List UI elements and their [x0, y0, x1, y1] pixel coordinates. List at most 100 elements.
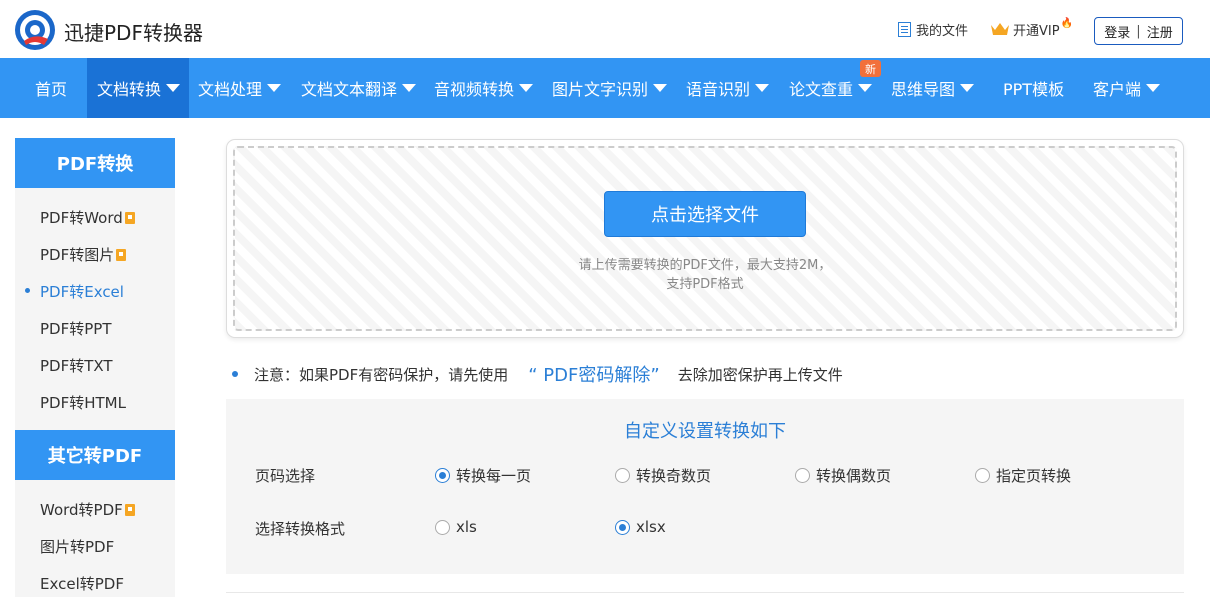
brand-name[interactable]: 迅捷PDF转换器 [64, 17, 203, 46]
nav-doc-translate-label: 文档文本翻译 [301, 80, 398, 99]
nav-mindmap[interactable]: 思维导图 [891, 58, 975, 118]
site-header: 迅捷PDF转换器 我的文件 开通VIP 🔥 登录 | 注册 [0, 0, 1210, 58]
sidebar-item-word-to-pdf[interactable]: Word转PDF [40, 499, 135, 520]
sidebar-item-label: PDF转Excel [40, 283, 124, 301]
radio-label: 转换奇数页 [636, 467, 712, 485]
vip-link[interactable]: 开通VIP 🔥 [990, 0, 1073, 58]
chevron-down-icon [1146, 84, 1161, 92]
chevron-down-icon [519, 84, 534, 92]
radio-checked-icon[interactable] [615, 519, 630, 535]
settings-title: 自定义设置转换如下 [624, 421, 786, 442]
radio-label: xlsx [636, 518, 666, 536]
nav-ocr[interactable]: 图片文字识别 [552, 58, 668, 118]
sidebar-item-pdf-to-excel[interactable]: PDF转Excel [25, 281, 124, 302]
radio-label: xls [456, 518, 477, 536]
radio-format-xlsx[interactable]: xlsx [615, 518, 666, 536]
radio-label: 转换每一页 [456, 467, 532, 485]
nav-doc-process[interactable]: 文档处理 [198, 58, 282, 118]
login-divider: | [1136, 23, 1141, 39]
sidebar-item-pdf-to-word[interactable]: PDF转Word [40, 207, 135, 228]
radio-format-xls[interactable]: xls [435, 518, 477, 536]
radio-convert-even-pages[interactable]: 转换偶数页 [795, 465, 891, 486]
sidebar-item-pdf-to-image[interactable]: PDF转图片 [40, 244, 127, 265]
upload-hint-line1: 请上传需要转换的PDF文件，最大支持2M， [578, 258, 832, 273]
main-nav: 首页 文档转换 文档处理 文档文本翻译 音视频转换 图片文字识别 语音识别 论文… [0, 58, 1210, 118]
sidebar-item-pdf-to-ppt[interactable]: PDF转PPT [40, 318, 111, 339]
sidebar-item-label: Word转PDF [40, 501, 123, 519]
nav-home[interactable]: 首页 [35, 58, 67, 118]
nav-av-convert[interactable]: 音视频转换 [434, 58, 534, 118]
nav-doc-process-label: 文档处理 [198, 80, 263, 99]
sidebar-item-image-to-pdf[interactable]: 图片转PDF [40, 536, 114, 557]
sidebar-section-pdf-convert: PDF转换 [15, 138, 175, 188]
chevron-down-icon [755, 84, 770, 92]
nav-av-convert-label: 音视频转换 [434, 80, 515, 99]
radio-label: 转换偶数页 [816, 467, 892, 485]
chevron-down-icon [402, 84, 417, 92]
login-register-box: 登录 | 注册 [1094, 17, 1183, 45]
sidebar-list-pdf-convert: PDF转Word PDF转图片 PDF转Excel PDF转PPT PDF转TX… [15, 188, 175, 430]
sidebar-item-pdf-to-html[interactable]: PDF转HTML [40, 392, 126, 413]
nav-plagiarism-label: 论文查重 [789, 80, 854, 99]
sidebar-item-label: PDF转PPT [40, 320, 112, 338]
my-files-label: 我的文件 [916, 23, 969, 39]
nav-ppt-template[interactable]: PPT模板 [1003, 58, 1064, 118]
hot-tag-icon [124, 211, 135, 224]
vip-label: 开通VIP [1013, 23, 1060, 39]
sidebar-item-excel-to-pdf[interactable]: Excel转PDF [40, 573, 124, 594]
nav-mindmap-label: 思维导图 [891, 80, 956, 99]
notice-prefix: 注意：如果PDF有密码保护，请先使用 [254, 365, 509, 384]
pdf-unlock-link[interactable]: “ PDF密码解除” [528, 361, 659, 387]
chevron-down-icon [858, 84, 873, 92]
nav-speech-label: 语音识别 [686, 80, 751, 99]
app-logo-icon[interactable] [14, 9, 56, 51]
radio-unchecked-icon[interactable] [795, 468, 810, 483]
radio-checked-icon[interactable] [435, 468, 450, 483]
hot-tag-icon [116, 248, 127, 261]
nav-speech[interactable]: 语音识别 [686, 58, 770, 118]
radio-unchecked-icon[interactable] [975, 468, 990, 483]
new-badge: 新 [860, 60, 881, 77]
sidebar-item-label: Excel转PDF [40, 575, 124, 593]
upload-dropzone-inner[interactable] [233, 146, 1177, 331]
upload-dropzone[interactable] [226, 139, 1184, 338]
sidebar-list-to-pdf: Word转PDF 图片转PDF Excel转PDF [15, 480, 175, 597]
radio-unchecked-icon[interactable] [615, 468, 630, 483]
page-selection-label: 页码选择 [255, 467, 316, 485]
sidebar-section-to-pdf: 其它转PDF [15, 430, 175, 480]
upload-hint-line2: 支持PDF格式 [666, 277, 744, 292]
content-divider [226, 592, 1184, 598]
nav-doc-convert-label: 文档转换 [97, 80, 162, 99]
hot-tag-icon [124, 503, 135, 516]
password-notice: 注意：如果PDF有密码保护，请先使用 “ PDF密码解除” 去除加密保护再上传文… [232, 361, 843, 387]
sidebar-item-pdf-to-txt[interactable]: PDF转TXT [40, 355, 113, 376]
nav-ocr-label: 图片文字识别 [552, 80, 649, 99]
radio-convert-every-page[interactable]: 转换每一页 [435, 465, 531, 486]
bullet-dot-icon [232, 371, 238, 377]
nav-client-label: 客户端 [1093, 80, 1142, 99]
fire-icon: 🔥 [1060, 17, 1074, 29]
chevron-down-icon [960, 84, 975, 92]
notice-suffix: 去除加密保护再上传文件 [677, 365, 843, 384]
format-selection-label: 选择转换格式 [255, 520, 346, 538]
crown-icon [991, 23, 1009, 35]
nav-ppt-template-label: PPT模板 [1003, 80, 1065, 99]
nav-doc-convert[interactable]: 文档转换 [87, 58, 189, 118]
nav-client[interactable]: 客户端 [1093, 58, 1161, 118]
login-link[interactable]: 登录 [1104, 22, 1130, 41]
sidebar-item-label: PDF转图片 [40, 246, 115, 264]
radio-convert-odd-pages[interactable]: 转换奇数页 [615, 465, 711, 486]
register-link[interactable]: 注册 [1147, 22, 1173, 41]
chevron-down-icon [653, 84, 668, 92]
conversion-settings-panel: 自定义设置转换如下 页码选择 转换每一页 转换奇数页 转换偶数页 指定页转换 选… [226, 399, 1184, 574]
sidebar-item-label: PDF转TXT [40, 357, 113, 375]
chevron-down-icon [166, 84, 181, 92]
active-dot-icon [25, 288, 30, 293]
radio-unchecked-icon[interactable] [435, 519, 450, 535]
nav-doc-translate[interactable]: 文档文本翻译 [301, 58, 417, 118]
sidebar-item-label: PDF转Word [40, 209, 123, 227]
my-files-link[interactable]: 我的文件 [898, 0, 968, 58]
radio-label: 指定页转换 [996, 467, 1072, 485]
choose-file-button[interactable]: 点击选择文件 [604, 191, 806, 237]
radio-specified-pages[interactable]: 指定页转换 [975, 465, 1071, 486]
